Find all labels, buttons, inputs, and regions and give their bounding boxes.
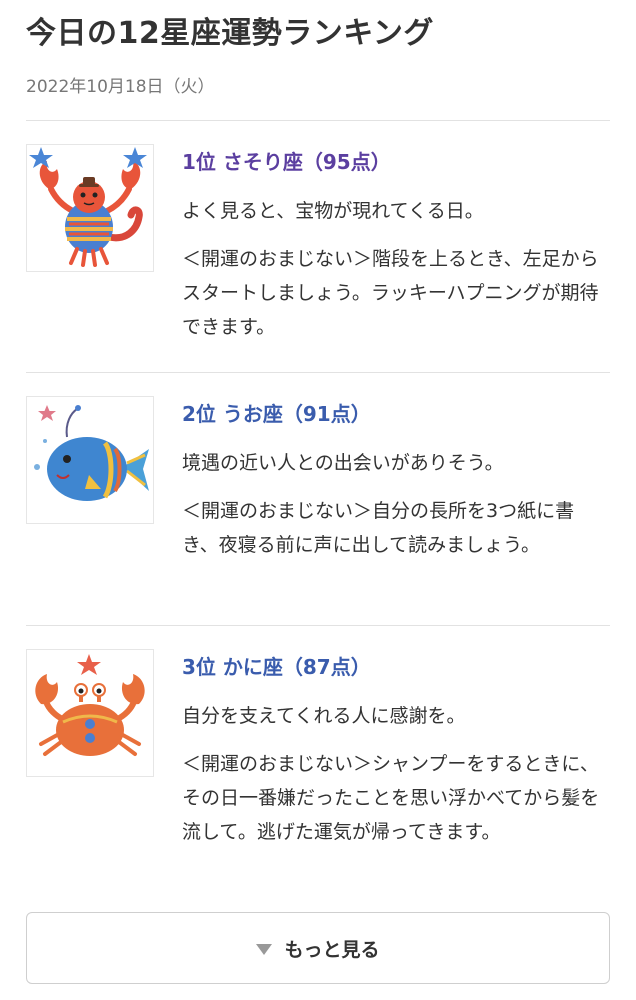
fortune-summary: 自分を支えてくれる人に感謝を。 bbox=[182, 705, 466, 727]
rank-title[interactable]: 2位 うお座（91点） bbox=[182, 398, 371, 427]
lucky-charm-text: ＜開運のおまじない＞階段を上るとき、左足からスタートしましょう。ラッキーハプニン… bbox=[182, 248, 599, 338]
ranking-item-2[interactable]: 2位 うお座（91点） 境遇の近い人との出会いがありそう。 ＜開運のおまじない＞… bbox=[0, 372, 636, 625]
page-title: 今日の12星座運勢ランキング bbox=[26, 16, 434, 51]
crab-icon bbox=[26, 649, 154, 777]
scorpion-icon bbox=[26, 144, 154, 272]
rank-title[interactable]: 3位 かに座（87点） bbox=[182, 651, 371, 680]
fortune-summary: 境遇の近い人との出会いがありそう。 bbox=[182, 452, 504, 474]
rank-title[interactable]: 1位 さそり座（95点） bbox=[182, 146, 391, 175]
lucky-charm-text: ＜開運のおまじない＞シャンプーをするときに、その日一番嫌だったことを思い浮かべて… bbox=[182, 753, 600, 843]
fortune-summary: よく見ると、宝物が現れてくる日。 bbox=[182, 200, 484, 222]
fish-icon bbox=[26, 396, 154, 524]
ranking-item-1[interactable]: 1位 さそり座（95点） よく見ると、宝物が現れてくる日。 ＜開運のおまじない＞… bbox=[0, 120, 636, 372]
show-more-label: もっと見る bbox=[284, 938, 380, 961]
page-date: 2022年10月18日（火） bbox=[26, 77, 215, 97]
triangle-down-icon bbox=[256, 943, 273, 955]
lucky-charm-text: ＜開運のおまじない＞自分の長所を3つ紙に書き、夜寝る前に声に出して読みましょう。 bbox=[182, 500, 575, 556]
ranking-item-3[interactable]: 3位 かに座（87点） 自分を支えてくれる人に感謝を。 ＜開運のおまじない＞シャ… bbox=[0, 625, 636, 895]
show-more-button[interactable]: もっと見る bbox=[26, 912, 610, 984]
